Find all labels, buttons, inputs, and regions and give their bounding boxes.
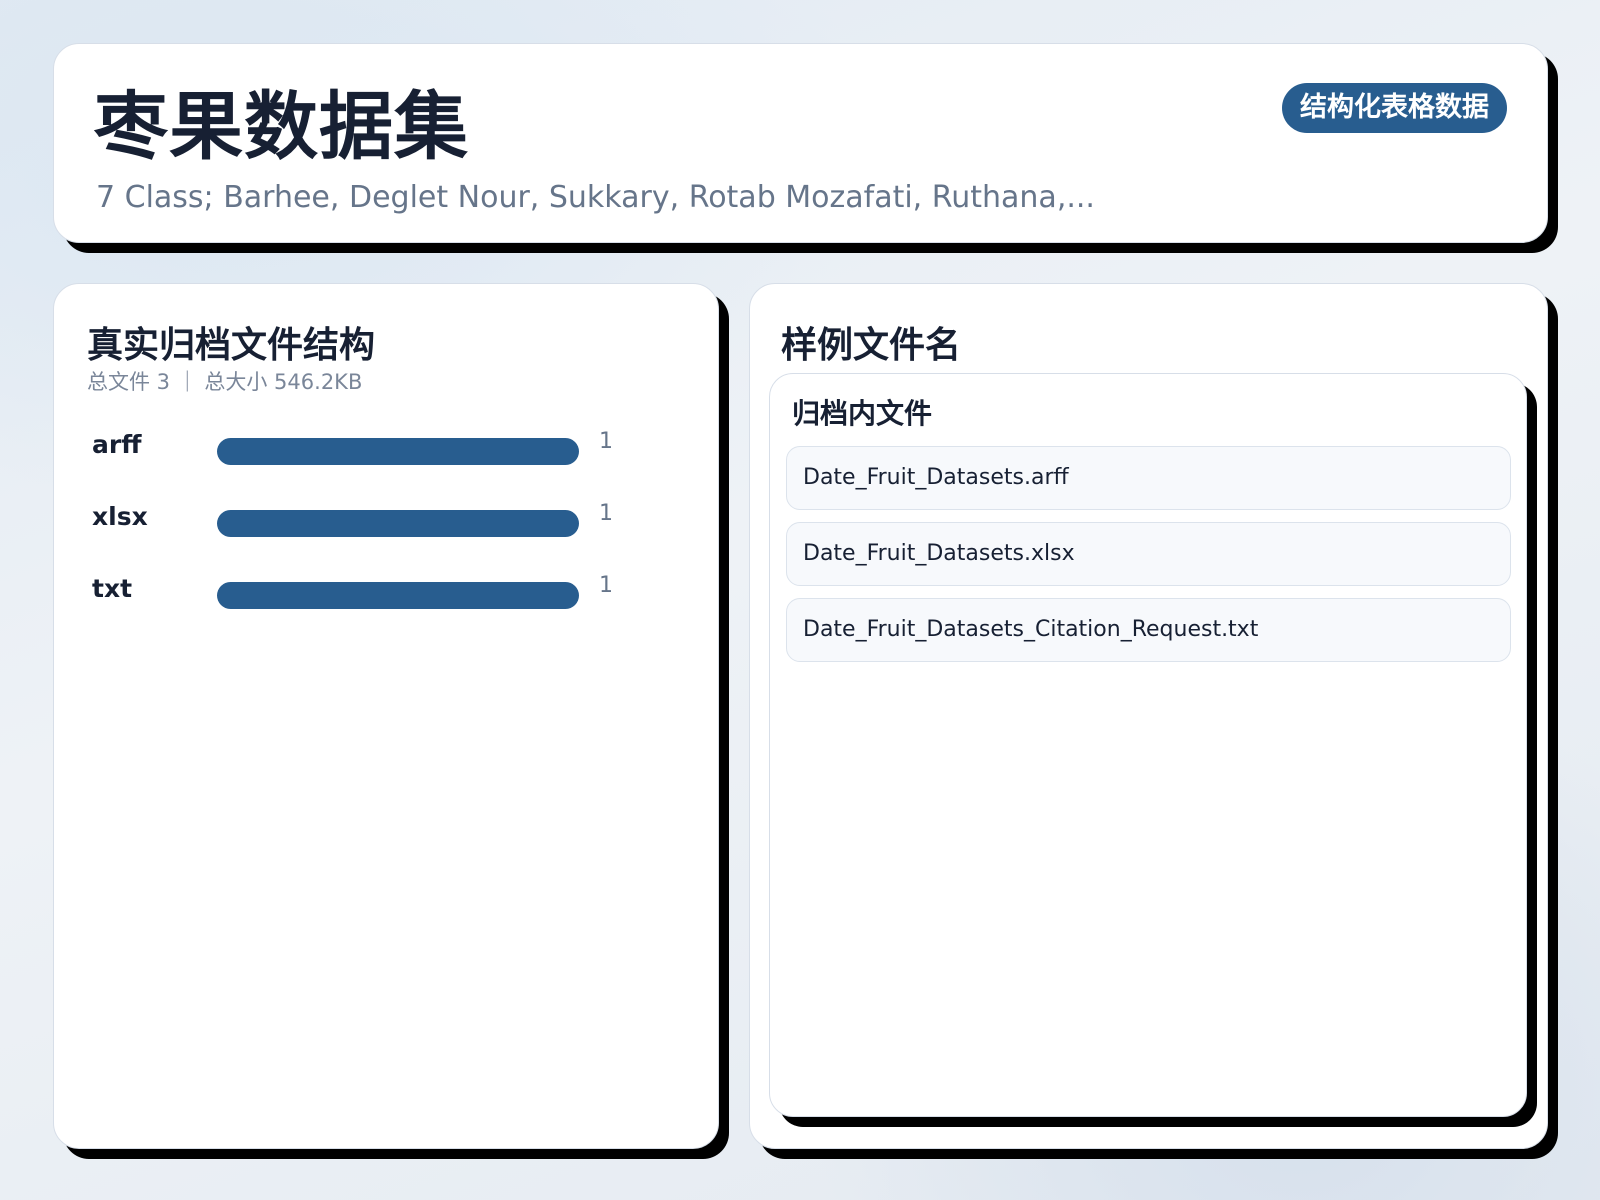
file-type-label: arff — [92, 430, 142, 459]
bar-fill — [217, 438, 579, 465]
file-type-bar-row: arff 1 — [92, 429, 692, 469]
bar-fill — [217, 582, 579, 609]
file-type-bar-row: txt 1 — [92, 573, 692, 613]
data-type-badge: 结构化表格数据 — [1282, 83, 1507, 133]
file-type-label: txt — [92, 574, 133, 603]
archive-summary: 总文件 3 ｜ 总大小 546.2KB — [87, 370, 363, 394]
file-type-count: 1 — [599, 501, 613, 526]
file-type-label: xlsx — [92, 502, 148, 531]
dataset-description: 7 Class; Barhee, Deglet Nour, Sukkary, R… — [96, 180, 1095, 215]
bar-fill — [217, 510, 579, 537]
file-list-item[interactable]: Date_Fruit_Datasets_Citation_Request.txt — [786, 598, 1511, 662]
sample-files-title: 样例文件名 — [781, 325, 962, 366]
file-list-item[interactable]: Date_Fruit_Datasets.xlsx — [786, 522, 1511, 586]
archive-structure-title: 真实归档文件结构 — [87, 325, 376, 366]
page-title: 枣果数据集 — [94, 84, 469, 170]
file-type-count: 1 — [599, 429, 613, 454]
archive-files-title: 归档内文件 — [792, 397, 933, 430]
bar-track — [217, 582, 579, 609]
sample-files-panel: 样例文件名 归档内文件 Date_Fruit_Datasets.arff Dat… — [749, 283, 1548, 1149]
file-type-bar-row: xlsx 1 — [92, 501, 692, 541]
bar-track — [217, 510, 579, 537]
file-list-item[interactable]: Date_Fruit_Datasets.arff — [786, 446, 1511, 510]
dataset-header-card: 枣果数据集 7 Class; Barhee, Deglet Nour, Sukk… — [53, 43, 1548, 243]
bar-track — [217, 438, 579, 465]
archive-structure-panel: 真实归档文件结构 总文件 3 ｜ 总大小 546.2KB arff 1 xlsx… — [53, 283, 719, 1149]
archive-files-card: 归档内文件 Date_Fruit_Datasets.arff Date_Frui… — [769, 373, 1527, 1117]
file-type-count: 1 — [599, 573, 613, 598]
